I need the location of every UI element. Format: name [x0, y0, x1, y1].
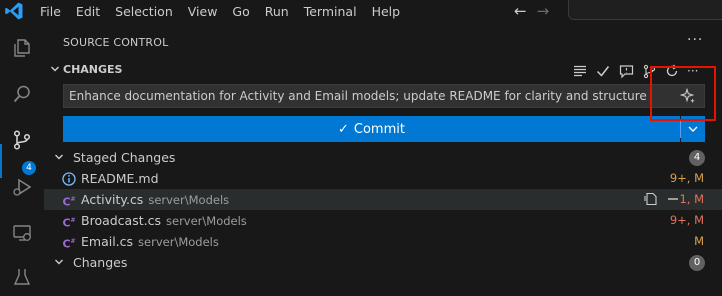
menu-go[interactable]: Go — [232, 4, 249, 19]
menu-terminal[interactable]: Terminal — [304, 4, 357, 19]
arrow-right-icon[interactable]: → — [537, 2, 550, 20]
changes-label: Changes — [73, 255, 128, 270]
menu-help[interactable]: Help — [372, 4, 401, 19]
file-name-text: Broadcast.cs — [81, 213, 161, 228]
view-as-tree-icon[interactable] — [572, 63, 588, 79]
run-debug-icon[interactable] — [0, 168, 44, 206]
file-status: 1, M — [679, 192, 704, 206]
file-name-text: Activity.cs — [81, 192, 144, 207]
file-row[interactable]: C# Email.cs server\Models M — [44, 231, 722, 252]
panel-title: SOURCE CONTROL — [63, 36, 169, 49]
commit-button-label: Commit — [353, 121, 405, 137]
changes-group[interactable]: Changes 0 — [44, 252, 722, 273]
chevron-down-icon — [55, 259, 63, 265]
arrow-left-icon[interactable]: ← — [514, 2, 527, 20]
file-path: server\Models — [148, 193, 230, 207]
commit-check-icon[interactable] — [595, 63, 611, 79]
changes-section-header[interactable]: CHANGES ··· — [44, 62, 722, 80]
file-status: M — [694, 234, 704, 248]
testing-icon[interactable] — [0, 258, 44, 296]
panel-more-actions-button[interactable]: ··· — [687, 32, 703, 48]
file-name: Email.cs server\Models — [81, 234, 219, 249]
chevron-down-icon — [51, 66, 59, 72]
file-path: server\Models — [138, 235, 219, 249]
csharp-icon: C# — [62, 216, 76, 230]
file-row[interactable]: C# Broadcast.cs server\Models 9+, M — [44, 210, 722, 231]
highlight-box — [650, 66, 716, 121]
commit-message-input[interactable] — [69, 85, 669, 107]
file-name: README.md — [81, 171, 159, 186]
file-name-text: Email.cs — [81, 234, 134, 249]
file-status: 9+, M — [669, 171, 704, 185]
staged-changes-label: Staged Changes — [73, 150, 176, 165]
comment-icon[interactable] — [618, 63, 634, 79]
file-name: Broadcast.cs server\Models — [81, 213, 247, 228]
file-status: 9+, M — [669, 213, 704, 227]
csharp-icon: C# — [62, 195, 76, 209]
vscode-logo-icon — [5, 2, 23, 20]
file-name: Activity.cs server\Models — [81, 192, 229, 207]
explorer-icon[interactable] — [0, 29, 44, 67]
info-icon — [62, 172, 76, 186]
source-control-icon[interactable] — [0, 121, 44, 159]
search-icon[interactable] — [0, 75, 44, 113]
menu-edit[interactable]: Edit — [76, 4, 100, 19]
changes-count-badge: 0 — [689, 255, 705, 271]
staged-changes-group[interactable]: Staged Changes 4 — [44, 147, 722, 168]
navigation-arrows: ← → — [514, 0, 549, 22]
changes-section-label: CHANGES — [63, 63, 123, 76]
unstage-icon[interactable] — [666, 192, 680, 206]
menu-selection[interactable]: Selection — [115, 4, 173, 19]
menu-view[interactable]: View — [188, 4, 218, 19]
chevron-down-icon — [688, 126, 698, 132]
menu-run[interactable]: Run — [265, 4, 289, 19]
menu-file[interactable]: File — [40, 4, 61, 19]
chevron-down-icon — [55, 154, 63, 160]
remote-explorer-icon[interactable] — [0, 214, 44, 252]
title-bar: File Edit Selection View Go Run Terminal… — [0, 0, 722, 22]
file-path: server\Models — [166, 214, 247, 228]
checkmark-icon: ✓ — [338, 121, 349, 137]
file-row[interactable]: README.md 9+, M — [44, 168, 722, 189]
staged-count-badge: 4 — [689, 150, 705, 166]
commit-button[interactable]: ✓ Commit — [63, 116, 680, 142]
menu-bar: File Edit Selection View Go Run Terminal… — [40, 0, 415, 22]
source-control-panel: SOURCE CONTROL ··· CHANGES ··· Enhance d… — [44, 22, 722, 281]
activity-bar: 4 — [0, 22, 44, 285]
command-center[interactable] — [568, 0, 722, 20]
commit-message-box — [63, 84, 705, 108]
open-file-icon[interactable] — [644, 192, 658, 206]
file-row-actions — [644, 192, 680, 206]
file-row[interactable]: C# Activity.cs server\Models 1, M — [44, 189, 722, 210]
csharp-icon: C# — [62, 237, 76, 251]
